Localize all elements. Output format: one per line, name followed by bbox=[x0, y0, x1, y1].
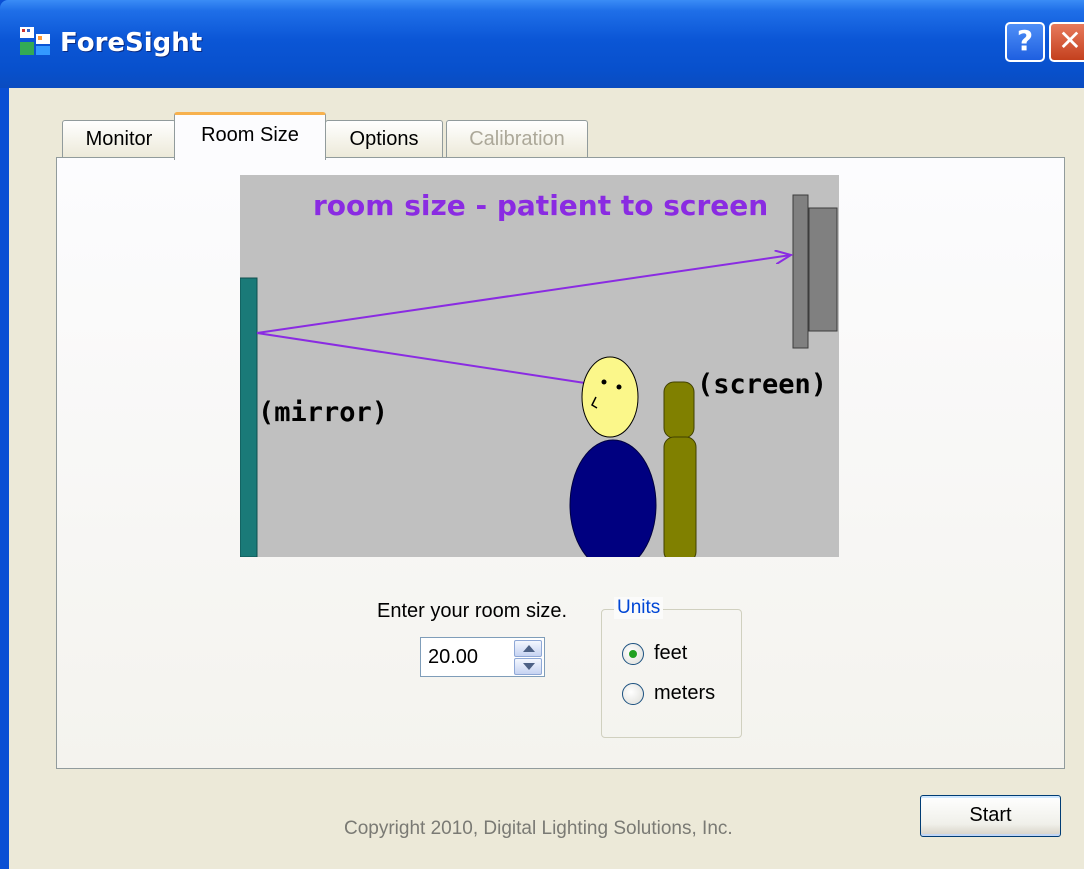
spin-down-button[interactable] bbox=[514, 658, 542, 675]
illustration-heading: room size - patient to screen bbox=[313, 189, 768, 222]
room-size-prompt: Enter your room size. bbox=[377, 600, 568, 622]
room-size-stepper[interactable]: 20.00 bbox=[420, 637, 545, 677]
spin-up-button[interactable] bbox=[514, 640, 542, 657]
room-size-input[interactable]: 20.00 bbox=[428, 646, 478, 669]
window-title: ForeSight bbox=[60, 28, 203, 58]
arrow-up-icon bbox=[523, 645, 535, 652]
chair-back-top bbox=[663, 381, 695, 439]
units-group: Units feet meters bbox=[601, 597, 742, 738]
screen-shape bbox=[808, 207, 838, 332]
room-illustration: room size - patient to screen (mirror) (… bbox=[240, 175, 839, 557]
radio-label-meters[interactable]: meters bbox=[654, 682, 715, 705]
radio-button-meters[interactable] bbox=[622, 683, 644, 705]
screen-label: (screen) bbox=[697, 369, 827, 400]
units-group-label: Units bbox=[614, 597, 664, 619]
app-icon bbox=[20, 27, 50, 55]
arrow-down-icon bbox=[523, 663, 535, 670]
patient-eye bbox=[601, 379, 607, 385]
radio-selected-dot bbox=[629, 650, 637, 658]
tab-options[interactable]: Options bbox=[325, 120, 443, 158]
copyright-text: Copyright 2010, Digital Lighting Solutio… bbox=[344, 818, 733, 839]
tab-room-size[interactable]: Room Size bbox=[174, 112, 326, 160]
tab-calibration[interactable]: Calibration bbox=[446, 120, 588, 158]
radio-label-feet[interactable]: feet bbox=[654, 642, 687, 665]
close-button[interactable]: ✕ bbox=[1049, 22, 1084, 62]
tab-monitor[interactable]: Monitor bbox=[62, 120, 176, 158]
help-button[interactable]: ? bbox=[1005, 22, 1045, 62]
mirror-shape bbox=[240, 277, 258, 557]
screen-stand-shape bbox=[792, 194, 809, 349]
mirror-label: (mirror) bbox=[258, 397, 388, 428]
radio-button-feet[interactable] bbox=[622, 643, 644, 665]
patient-eye bbox=[616, 384, 622, 390]
chair-back-bottom bbox=[663, 436, 697, 557]
patient-head bbox=[581, 356, 639, 438]
illustration-background bbox=[240, 175, 839, 557]
title-bar[interactable]: ForeSight ? ✕ bbox=[0, 0, 1084, 88]
start-button[interactable]: Start bbox=[920, 795, 1061, 837]
